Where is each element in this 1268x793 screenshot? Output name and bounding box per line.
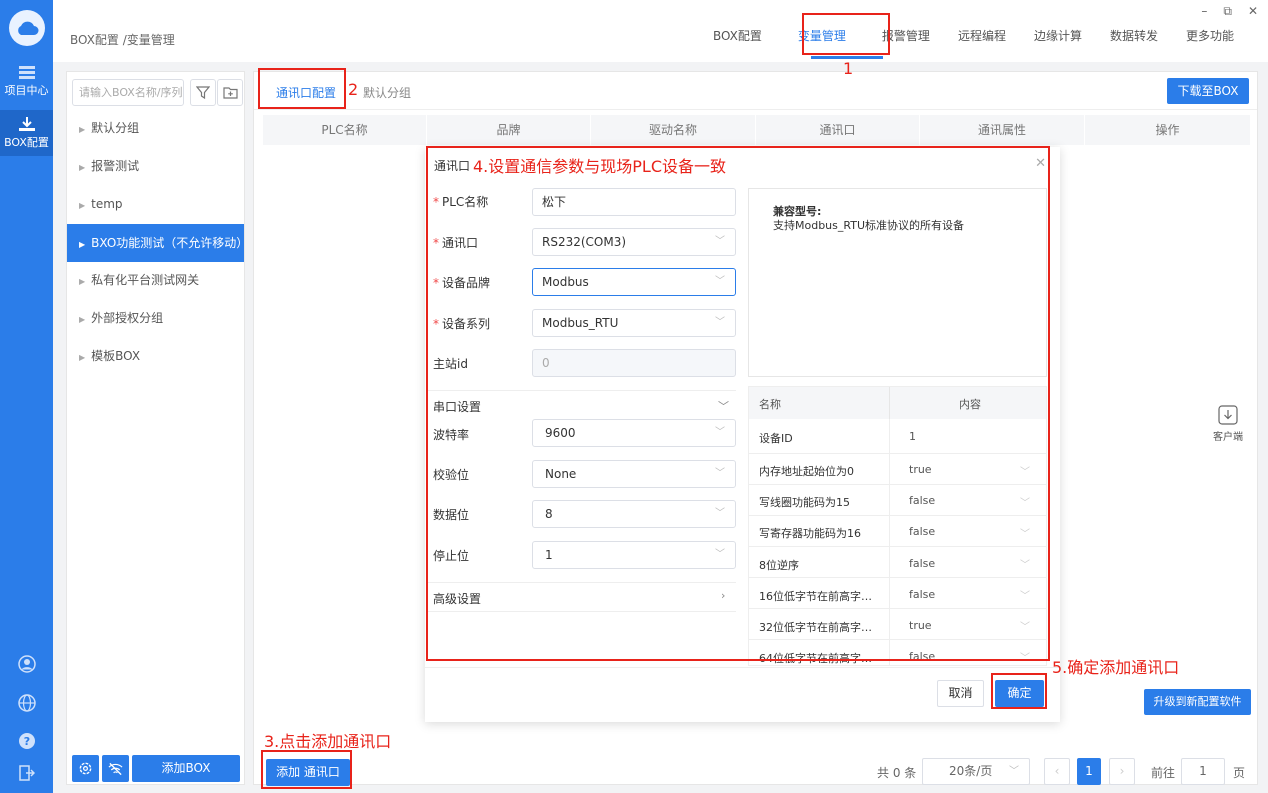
add-folder-icon[interactable] — [217, 79, 243, 106]
add-box-button[interactable]: 添加BOX — [132, 755, 240, 782]
group-label: 私有化平台测试网关 — [91, 273, 200, 287]
download-icon — [18, 117, 35, 131]
caret-right-icon: ▶ — [79, 201, 86, 210]
globe-icon[interactable] — [0, 694, 53, 712]
grid-icon — [18, 66, 35, 79]
caret-right-icon: ▶ — [79, 353, 86, 362]
annotation-box — [802, 13, 890, 55]
top-tabs: BOX配置 变量管理 报警管理 远程编程 边缘计算 数据转发 更多功能 — [699, 29, 1248, 51]
cancel-button[interactable]: 取消 — [937, 680, 984, 707]
group-item[interactable]: ▶ 报警测试 — [67, 147, 244, 185]
annotation-text: 5.确定添加通讯口 — [1052, 658, 1180, 677]
column-header: 驱动名称 — [591, 115, 756, 145]
annotation-text: 3.点击添加通讯口 — [264, 732, 392, 751]
tab-edge-computing[interactable]: 边缘计算 — [1020, 29, 1096, 51]
top-bar: BOX配置 /变量管理 – ⧉ ✕ BOX配置 变量管理 报警管理 远程编程 边… — [53, 0, 1268, 62]
annotation-text: 2 — [348, 80, 359, 99]
page-unit-label: 页 — [1233, 766, 1246, 780]
group-label: 模板BOX — [91, 349, 141, 363]
caret-right-icon: ▶ — [79, 315, 86, 324]
goto-page-input[interactable]: 1 — [1181, 758, 1225, 785]
group-label: temp — [91, 197, 123, 211]
prev-page-icon[interactable]: ‹ — [1044, 758, 1070, 785]
rail-item-project-center[interactable]: 项目中心 — [0, 66, 53, 102]
rail-item-box-config[interactable]: BOX配置 — [0, 110, 53, 156]
help-icon[interactable]: ? — [0, 732, 53, 750]
filter-icon[interactable] — [190, 79, 216, 106]
upgrade-button[interactable]: 升级到新配置软件 — [1144, 689, 1251, 715]
close-button[interactable]: ✕ — [1248, 4, 1258, 19]
download-box-icon — [1218, 405, 1238, 425]
group-item[interactable]: ▶ 私有化平台测试网关 — [67, 261, 244, 299]
restore-button[interactable]: ⧉ — [1223, 4, 1232, 19]
group-item[interactable]: ▶ 模板BOX — [67, 337, 244, 375]
caret-right-icon: ▶ — [79, 240, 86, 249]
tab-box-config[interactable]: BOX配置 — [699, 29, 776, 51]
caret-right-icon: ▶ — [79, 125, 86, 134]
annotation-box — [261, 750, 352, 789]
group-item[interactable]: ▶ 外部授权分组 — [67, 299, 244, 337]
logout-icon[interactable] — [0, 765, 53, 781]
search-input[interactable]: 请输入BOX名称/序列号 — [72, 79, 184, 106]
tab-more-features[interactable]: 更多功能 — [1172, 29, 1248, 51]
group-item-active[interactable]: ▶ BXO功能测试（不允许移动） — [67, 224, 248, 262]
download-to-box-button[interactable]: 下载至BOX — [1167, 78, 1249, 104]
rail-item-label: BOX配置 — [4, 136, 49, 149]
settings-gear-icon[interactable] — [72, 755, 99, 782]
group-label: 外部授权分组 — [91, 311, 164, 325]
user-icon[interactable] — [0, 655, 53, 673]
group-label: 报警测试 — [91, 159, 140, 173]
annotation-box — [991, 673, 1047, 709]
rail-item-label: 项目中心 — [4, 84, 49, 97]
caret-right-icon: ▶ — [79, 163, 86, 172]
goto-label: 前往 — [1151, 766, 1176, 780]
tab-remote-programming[interactable]: 远程编程 — [944, 29, 1020, 51]
svg-text:?: ? — [23, 735, 29, 748]
subtab-bar: 通讯口配置 默认分组 下载至BOX — [254, 72, 1257, 110]
annotation-text: 1 — [843, 59, 854, 78]
tab-default-group[interactable]: 默认分组 — [363, 84, 411, 101]
column-header: 品牌 — [427, 115, 591, 145]
group-label: BXO功能测试（不允许移动） — [91, 236, 249, 250]
table-header: PLC名称 品牌 驱动名称 通讯口 通讯属性 操作 — [263, 115, 1251, 145]
client-download-float[interactable]: 客户端 — [1208, 397, 1248, 449]
chevron-down-icon: ﹀ — [1009, 766, 1019, 777]
annotation-box — [258, 68, 346, 109]
divider — [425, 667, 1060, 668]
group-label: 默认分组 — [91, 121, 140, 135]
pager-total: 共 0 条 — [877, 766, 917, 780]
column-header: 操作 — [1085, 115, 1251, 145]
page-size-select[interactable]: 20条/页 ﹀ — [922, 758, 1030, 785]
column-header: 通讯属性 — [920, 115, 1085, 145]
tab-data-forwarding[interactable]: 数据转发 — [1096, 29, 1172, 51]
wifi-off-icon[interactable] — [102, 755, 129, 782]
page-number-current[interactable]: 1 — [1077, 758, 1101, 785]
caret-right-icon: ▶ — [79, 277, 86, 286]
group-item[interactable]: ▶ 默认分组 — [67, 109, 244, 147]
column-header: PLC名称 — [263, 115, 427, 145]
column-header: 通讯口 — [756, 115, 920, 145]
client-label: 客户端 — [1213, 432, 1243, 443]
group-item[interactable]: ▶ temp — [67, 185, 244, 223]
window-controls: – ⧉ ✕ — [1201, 4, 1258, 19]
annotation-text: 4.设置通信参数与现场PLC设备一致 — [473, 157, 727, 176]
breadcrumb: BOX配置 /变量管理 — [70, 33, 175, 47]
box-sidebar: 请输入BOX名称/序列号 ▶ 默认分组 ▶ 报警测试 ▶ temp ▶ BXO功能测试（… — [66, 71, 248, 785]
left-rail: 项目中心 BOX配置 ? — [0, 0, 53, 793]
minimize-button[interactable]: – — [1201, 4, 1207, 19]
page-size-value: 20条/页 — [949, 764, 993, 778]
cloud-logo-icon — [9, 10, 45, 46]
annotation-box — [426, 146, 1050, 661]
next-page-icon[interactable]: › — [1109, 758, 1135, 785]
